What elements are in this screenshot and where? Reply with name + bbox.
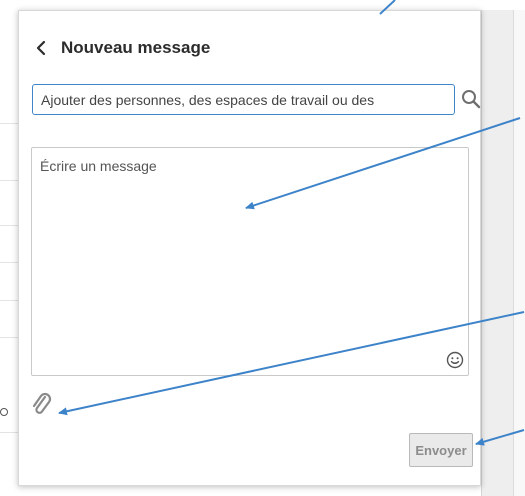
background-divider <box>0 262 18 263</box>
page-title: Nouveau message <box>61 38 211 57</box>
background-divider <box>0 300 18 301</box>
new-message-panel: Nouveau message Ajouter des personnes, d… <box>18 10 481 486</box>
search-icon[interactable] <box>461 89 481 109</box>
message-box <box>31 147 469 376</box>
send-button[interactable]: Envoyer <box>409 433 473 467</box>
background-divider <box>0 123 18 124</box>
background-divider <box>0 337 18 338</box>
message-input[interactable] <box>32 148 468 375</box>
screenshot-stage: Nouveau message Ajouter des personnes, d… <box>0 0 525 496</box>
background-divider <box>0 225 18 226</box>
recipient-search-input[interactable] <box>32 84 455 115</box>
background-divider <box>0 180 18 181</box>
paperclip-icon[interactable] <box>30 391 52 417</box>
chevron-left-icon[interactable] <box>35 35 49 61</box>
panel-header: Nouveau message <box>35 35 210 61</box>
background-divider <box>0 432 18 433</box>
smiley-icon[interactable] <box>446 351 464 369</box>
background-right-strip <box>513 10 525 496</box>
background-right-column <box>481 10 513 496</box>
background-edge-glyph <box>0 407 8 420</box>
